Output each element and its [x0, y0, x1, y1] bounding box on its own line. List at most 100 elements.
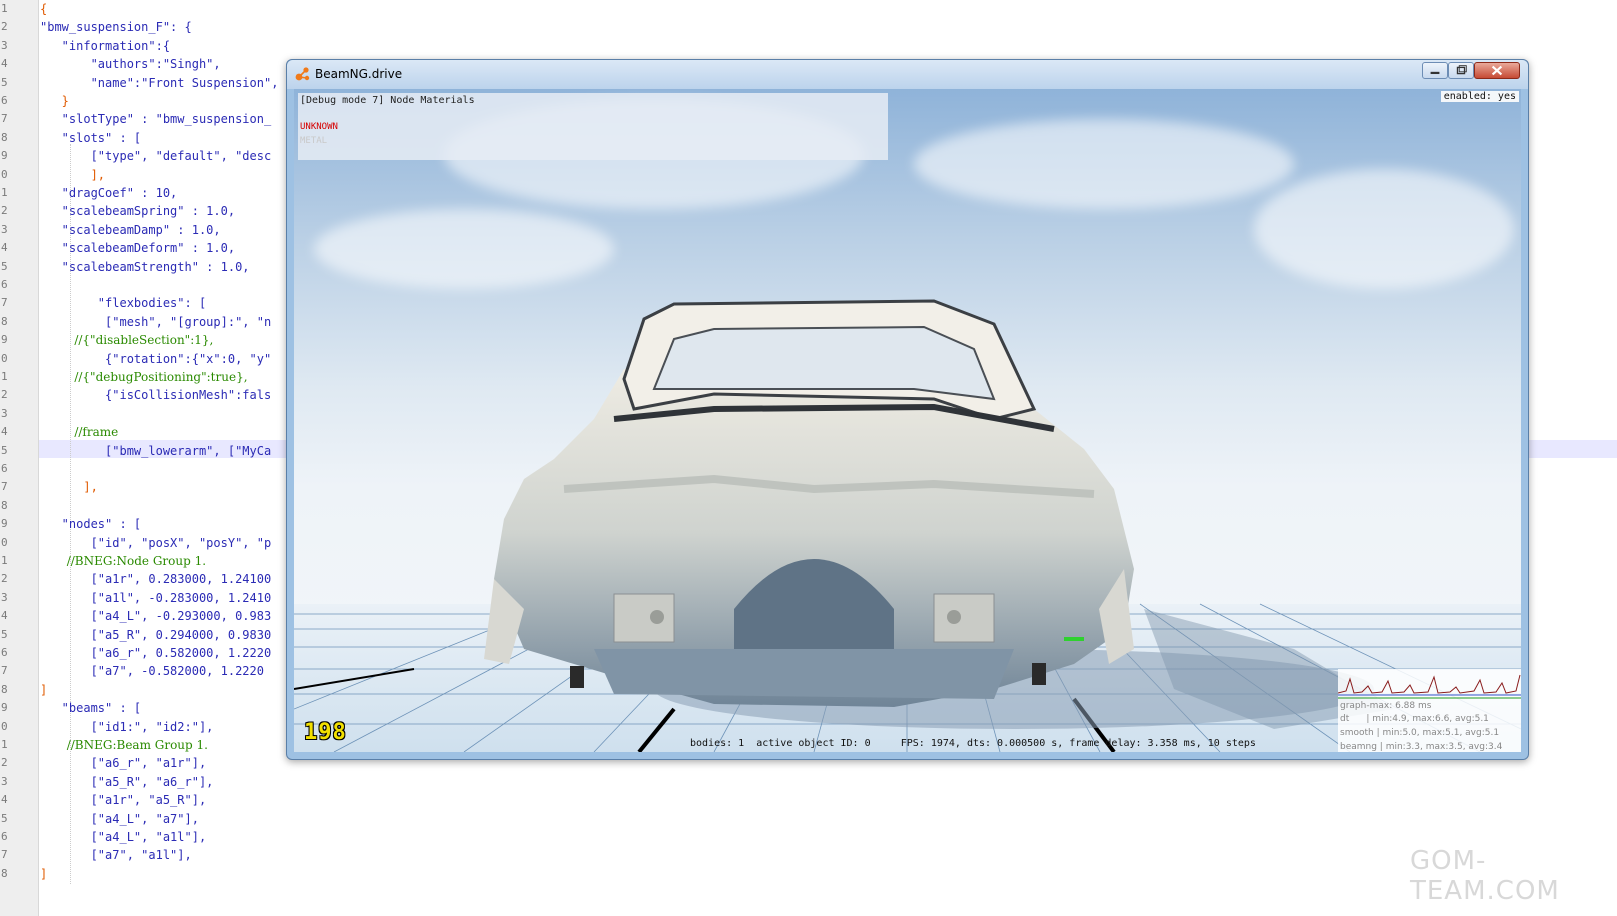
code-line: "authors":"Singh",	[40, 57, 221, 72]
minimize-button[interactable]	[1422, 62, 1448, 79]
code-line: ["bmw_lowerarm", ["MyCa	[40, 443, 272, 458]
line-number: 1	[1, 186, 8, 199]
code-line: "scalebeamSpring" : 1.0,	[40, 204, 236, 219]
stats-bar: bodies: 1 active object ID: 0 FPS: 1974,…	[690, 738, 1256, 749]
line-number: 2	[1, 20, 8, 34]
line-number: 2	[1, 204, 8, 218]
maximize-button[interactable]	[1448, 62, 1474, 79]
watermark: GOM-TEAM.COM	[1410, 846, 1560, 906]
line-number: 1	[1, 370, 8, 383]
line-number: 9	[1, 149, 8, 163]
line-number: 6	[1, 278, 8, 291]
code-line: ["a1r", 0.283000, 1.24100	[40, 572, 272, 587]
line-number: 1	[1, 738, 8, 751]
line-number: 4	[1, 57, 8, 71]
debug-enabled-label: enabled: yes	[1440, 91, 1519, 102]
code-line: ["id1:", "id2:"],	[40, 719, 214, 734]
line-number: 9	[1, 517, 8, 531]
code-line: //BNEG:Beam Group 1.	[40, 738, 208, 752]
code-line: ["mesh", "[group]:", "n	[40, 314, 272, 329]
code-line: {	[40, 2, 48, 16]
legend-unknown: UNKNOWN	[300, 122, 338, 132]
line-number-gutter: 1 2 3 4 5 6 7 8 9 0 1 2 3 4 5 6 7 8 9 0 1 2 3 4 5 6 7 8 9 0 1 2 3 4 5 6 7 8 9 0…	[0, 0, 39, 916]
code-line: "slots" : [	[40, 130, 142, 145]
line-number: 2	[1, 756, 8, 770]
window-titlebar[interactable]: BeamNG.drive	[287, 60, 1528, 89]
line-number: 7	[1, 664, 8, 678]
beamng-logo-icon	[295, 67, 310, 81]
line-number: 0	[1, 351, 8, 365]
car-body-shell	[484, 299, 1134, 707]
line-number: 6	[1, 830, 8, 843]
line-number: 4	[1, 425, 8, 439]
close-button[interactable]	[1474, 62, 1520, 79]
code-line: ["a7", "a1l"],	[40, 848, 192, 863]
line-number: 3	[1, 774, 8, 788]
line-number: 3	[1, 38, 8, 52]
line-number: 0	[1, 535, 8, 549]
window-title: BeamNG.drive	[315, 67, 403, 81]
code-line: ["a5_R", 0.294000, 0.9830	[40, 627, 272, 642]
code-line: //BNEG:Node Group 1.	[40, 554, 207, 568]
code-line: }	[40, 94, 69, 108]
performance-graph: graph-max: 6.88 ms dt | min:4.9, max:6.6…	[1338, 669, 1521, 752]
code-line: ["a4_L", "a7"],	[40, 811, 199, 826]
line-number: 2	[1, 572, 8, 586]
code-line: ["a6_r", "a1r"],	[40, 756, 207, 771]
line-number: 8	[1, 130, 8, 144]
line-number: 6	[1, 646, 8, 659]
line-number: 4	[1, 609, 8, 623]
graph-smooth-label: smooth | min:5.0, max:5.1, avg:5.1	[1340, 728, 1500, 738]
code-line: "scalebeamDamp" : 1.0,	[40, 222, 221, 237]
line-number: 6	[1, 94, 8, 107]
line-number: 3	[1, 406, 8, 420]
code-line: "slotType" : "bmw_suspension_	[40, 112, 272, 127]
line-number: 7	[1, 848, 8, 862]
line-number: 5	[1, 259, 8, 273]
code-line: ["a6_r", 0.582000, 1.2220	[40, 646, 272, 660]
code-line: {"isCollisionMesh":fals	[40, 388, 272, 403]
code-line: ]	[40, 682, 48, 697]
line-number: 6	[1, 462, 8, 475]
legend-metal: METAL	[300, 136, 328, 146]
code-line: "beams" : [	[40, 701, 142, 716]
line-number: 9	[1, 333, 8, 347]
beamng-window[interactable]: BeamNG.drive [Debug mode 7] Node Materia…	[286, 59, 1529, 760]
line-number: 5	[1, 811, 8, 825]
code-line: ["a7", -0.582000, 1.2220	[40, 664, 264, 679]
line-number: 5	[1, 75, 8, 89]
minimize-icon	[1430, 71, 1440, 75]
line-number: 0	[1, 719, 8, 733]
frame-time-graph	[1338, 674, 1521, 699]
code-line: ["a1l", -0.283000, 1.2410	[40, 590, 272, 605]
restore-icon	[1456, 65, 1467, 75]
code-line: "scalebeamStrength" : 1.0,	[40, 259, 250, 274]
code-line: "scalebeamDeform" : 1.0,	[40, 241, 236, 256]
line-number: 4	[1, 793, 8, 807]
line-number: 0	[1, 167, 8, 181]
code-line: ["a4_L", -0.293000, 0.983	[40, 609, 272, 624]
code-line: "information":{	[40, 38, 171, 53]
code-line: //{"disableSection":1},	[40, 333, 214, 348]
code-line: ["type", "default", "desc	[40, 149, 272, 164]
graph-max-label: graph-max: 6.88 ms	[1340, 701, 1432, 711]
3d-viewport[interactable]: [Debug mode 7] Node Materials UNKNOWN ME…	[294, 89, 1521, 752]
close-icon	[1491, 65, 1503, 76]
vehicle-scene	[294, 299, 1521, 752]
code-line: ["a4_L", "a1l"],	[40, 830, 207, 844]
code-line: ],	[40, 480, 98, 495]
line-number: 5	[1, 443, 8, 457]
code-line: "name":"Front Suspension",	[40, 75, 279, 90]
graph-dt-label: dt | min:4.9, max:6.6, avg:5.1	[1340, 714, 1489, 724]
line-number: 5	[1, 627, 8, 641]
debug-mode-title: [Debug mode 7] Node Materials	[300, 95, 475, 106]
code-line: ["a1r", "a5_R"],	[40, 793, 207, 808]
code-line: "dragCoef" : 10,	[40, 186, 178, 200]
code-line: ["a5_R", "a6_r"],	[40, 774, 214, 789]
code-line: ],	[40, 167, 106, 182]
code-line: ]	[40, 866, 48, 881]
line-number: 9	[1, 701, 8, 715]
line-number: 2	[1, 388, 8, 402]
code-line: "flexbodies": [	[40, 296, 207, 311]
code-line: //{"debugPositioning":true},	[40, 370, 248, 384]
